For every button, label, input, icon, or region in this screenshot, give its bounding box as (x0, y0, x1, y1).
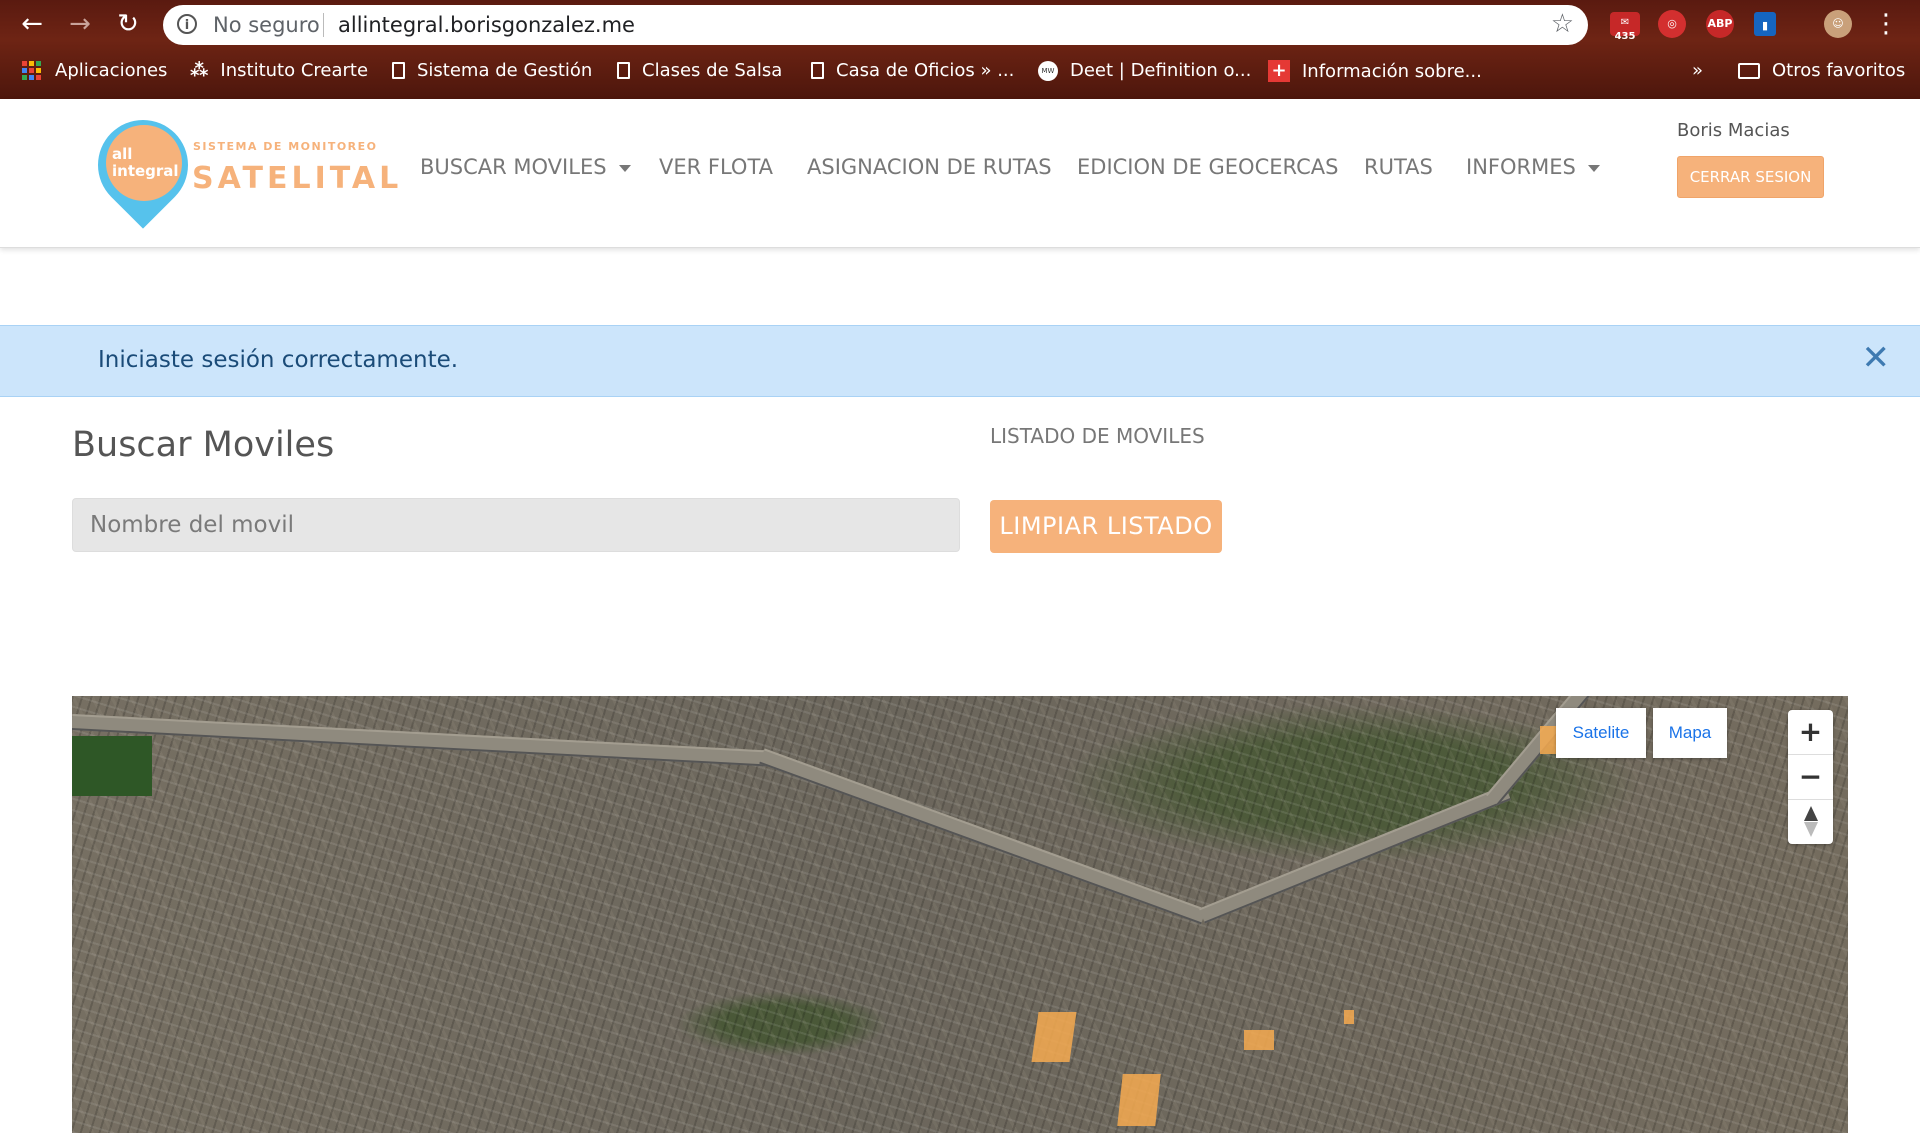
nav-asignacion-rutas[interactable]: ASIGNACION DE RUTAS (807, 155, 1052, 179)
page-icon (811, 62, 824, 79)
satellite-map[interactable]: Satelite Mapa + − (72, 696, 1848, 1133)
compass-south-arrow (1804, 822, 1818, 837)
reader-extension-icon[interactable]: ▮ (1754, 12, 1776, 36)
reload-icon[interactable]: ↻ (112, 8, 144, 40)
mail-count-badge: 435 (1614, 31, 1636, 42)
user-name: Boris Macias (1677, 120, 1790, 141)
caret-down-icon (618, 164, 631, 172)
security-label: No seguro (213, 13, 320, 37)
page-title: Buscar Moviles (72, 425, 335, 465)
zoom-out-button[interactable]: − (1788, 755, 1833, 800)
menu-kebab-icon[interactable]: ⋮ (1870, 8, 1902, 40)
bookmark-label: Otros favoritos (1772, 60, 1906, 81)
bookmark-label: Clases de Salsa (642, 60, 783, 81)
logo-badge-text: all integral (112, 146, 179, 180)
merriam-webster-icon: MW (1038, 60, 1058, 81)
nav-rutas[interactable]: RUTAS (1364, 155, 1433, 179)
alert-message: Iniciaste sesión correctamente. (98, 347, 459, 373)
extension-icon[interactable]: ◎ (1658, 10, 1686, 38)
apps-grid-icon (22, 61, 41, 80)
zoom-in-button[interactable]: + (1788, 710, 1833, 755)
bookmark-label: Aplicaciones (55, 60, 168, 81)
browser-chrome: ← → ↻ i No seguro allintegral.borisgonza… (0, 0, 1920, 99)
info-icon[interactable]: i (177, 14, 197, 34)
nav-label: BUSCAR MOVILES (420, 155, 607, 179)
bookmark-instituto-crearte[interactable]: ⁂ Instituto Crearte (190, 60, 368, 81)
bookmarks-bar: Aplicaciones ⁂ Instituto Crearte Sistema… (0, 52, 1920, 92)
clear-list-button[interactable]: LIMPIAR LISTADO (990, 500, 1222, 553)
compass-reset-icon[interactable] (1788, 800, 1833, 844)
bookmark-casa-oficios[interactable]: Casa de Oficios » ... (811, 60, 1014, 81)
bookmark-label: Casa de Oficios » ... (836, 60, 1015, 81)
address-bar[interactable]: i No seguro allintegral.borisgonzalez.me… (163, 5, 1588, 45)
map-river (759, 748, 1207, 925)
url-text[interactable]: allintegral.borisgonzalez.me (338, 13, 635, 37)
adblock-icon[interactable]: ABP (1706, 10, 1734, 38)
bookmark-sistema-gestion[interactable]: Sistema de Gestión (392, 60, 592, 81)
forward-arrow-icon[interactable]: → (64, 8, 96, 40)
nav-edicion-geocercas[interactable]: EDICION DE GEOCERCAS (1077, 155, 1338, 179)
bookmark-label: Deet | Definition o... (1070, 60, 1252, 81)
map-river (72, 714, 772, 767)
map-river (1199, 784, 1511, 924)
bookmark-other-favorites[interactable]: Otros favoritos (1738, 60, 1905, 81)
map-type-satellite-button[interactable]: Satelite (1556, 708, 1646, 758)
close-icon[interactable]: ✕ (1862, 338, 1891, 378)
address-separator (323, 13, 324, 37)
nav-ver-flota[interactable]: VER FLOTA (659, 155, 773, 179)
bookmark-label: Información sobre... (1302, 60, 1482, 82)
page-icon (617, 62, 630, 79)
logo-wordmark: SATELITAL (192, 161, 403, 196)
compass-north-arrow (1804, 806, 1818, 821)
folder-icon (1738, 62, 1760, 79)
success-alert: Iniciaste sesión correctamente. ✕ (0, 325, 1920, 397)
logout-button[interactable]: CERRAR SESION (1677, 156, 1824, 198)
logo-line2: integral (112, 162, 179, 180)
map-green-field (72, 736, 152, 796)
bookmark-informacion[interactable]: + Información sobre... (1268, 60, 1482, 82)
nav-informes[interactable]: INFORMES (1466, 155, 1600, 179)
swiss-cross-icon: + (1268, 60, 1290, 82)
nav-label: INFORMES (1466, 155, 1576, 179)
search-input[interactable] (72, 498, 960, 552)
gmail-extension-icon[interactable]: ✉ 435 (1610, 12, 1640, 42)
crearte-logo-icon: ⁂ (190, 60, 209, 81)
bookmark-label: Instituto Crearte (220, 60, 369, 81)
geofence-area[interactable] (1031, 1012, 1077, 1062)
bookmark-clases-salsa[interactable]: Clases de Salsa (617, 60, 782, 81)
bookmark-deet[interactable]: MW Deet | Definition o... (1038, 60, 1251, 81)
map-type-map-button[interactable]: Mapa (1653, 708, 1727, 758)
logo-line1: all (112, 145, 133, 163)
nav-buscar-moviles[interactable]: BUSCAR MOVILES (420, 155, 631, 179)
page-icon (392, 62, 405, 79)
profile-avatar[interactable]: ☺ (1824, 10, 1852, 38)
zoom-controls: + − (1788, 710, 1833, 844)
list-title: LISTADO DE MOVILES (990, 424, 1205, 448)
back-arrow-icon[interactable]: ← (16, 8, 48, 40)
geofence-area[interactable] (1344, 1010, 1354, 1024)
bookmarks-overflow-chevron[interactable]: » (1692, 60, 1703, 81)
geofence-area[interactable] (1244, 1030, 1274, 1050)
geofence-area[interactable] (1117, 1074, 1161, 1126)
logo-tagline: SISTEMA DE MONITOREO (193, 140, 378, 153)
bookmark-apps[interactable]: Aplicaciones (22, 60, 167, 81)
caret-down-icon (1587, 164, 1600, 172)
bookmark-label: Sistema de Gestión (417, 60, 593, 81)
bookmark-star-icon[interactable]: ☆ (1551, 9, 1574, 39)
